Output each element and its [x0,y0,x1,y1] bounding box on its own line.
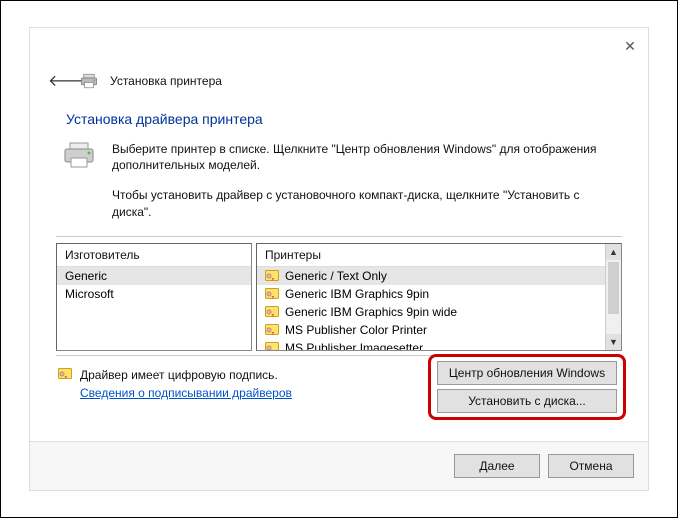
certificate-icon [265,270,279,282]
manufacturer-header: Изготовитель [57,244,251,267]
manufacturer-listbox[interactable]: Изготовитель GenericMicrosoft [56,243,252,351]
back-arrow-icon[interactable]: 🡐 [48,70,68,91]
printer-item-label: Generic IBM Graphics 9pin wide [285,305,457,319]
printer-item[interactable]: Generic / Text Only [257,267,605,285]
printer-big-icon [62,141,96,169]
printer-item-label: MS Publisher Color Printer [285,323,427,337]
next-button[interactable]: Далее [454,454,540,478]
printer-item[interactable]: Generic IBM Graphics 9pin wide [257,303,605,321]
printers-scrollbar[interactable]: ▲ ▼ [605,244,621,350]
certificate-icon [265,288,279,300]
cancel-button[interactable]: Отмена [548,454,634,478]
certificate-icon [265,324,279,336]
content-area: Установка драйвера принтера Выберите при… [30,99,648,441]
dialog-window: ✕ 🡐 Установка принтера Установка драйвер… [29,27,649,491]
printer-icon [80,73,98,89]
header-row: 🡐 Установка принтера [30,64,648,99]
scroll-up-icon[interactable]: ▲ [606,244,621,260]
scroll-down-icon[interactable]: ▼ [606,334,621,350]
page-heading: Установка драйвера принтера [66,111,612,127]
manufacturer-item[interactable]: Microsoft [57,285,251,303]
wizard-title: Установка принтера [110,74,222,88]
printer-item-label: Generic IBM Graphics 9pin [285,287,429,301]
highlighted-buttons: Центр обновления Windows Установить с ди… [428,354,626,420]
certificate-icon [265,342,279,350]
have-disk-button[interactable]: Установить с диска... [437,389,617,413]
printers-listbox[interactable]: Принтеры Generic / Text Only Generic IBM … [256,243,622,351]
scroll-thumb[interactable] [608,262,619,314]
close-button[interactable]: ✕ [622,38,638,54]
signature-info-link[interactable]: Сведения о подписывании драйверов [80,386,292,400]
printer-item[interactable]: MS Publisher Imagesetter [257,339,605,350]
printer-item-label: MS Publisher Imagesetter [285,341,423,350]
intro-line-1: Выберите принтер в списке. Щелкните "Цен… [112,141,616,173]
printers-header: Принтеры [257,244,621,267]
printer-item[interactable]: MS Publisher Color Printer [257,321,605,339]
intro-line-2: Чтобы установить драйвер с установочного… [112,187,616,219]
printer-item-label: Generic / Text Only [285,269,387,283]
titlebar: ✕ [30,28,648,64]
printer-item[interactable]: Generic IBM Graphics 9pin [257,285,605,303]
footer: Далее Отмена [30,441,648,490]
certificate-icon [265,306,279,318]
windows-update-button[interactable]: Центр обновления Windows [437,361,617,385]
manufacturer-item[interactable]: Generic [57,267,251,285]
certificate-icon [58,368,72,380]
intro-text: Выберите принтер в списке. Щелкните "Цен… [112,141,616,234]
